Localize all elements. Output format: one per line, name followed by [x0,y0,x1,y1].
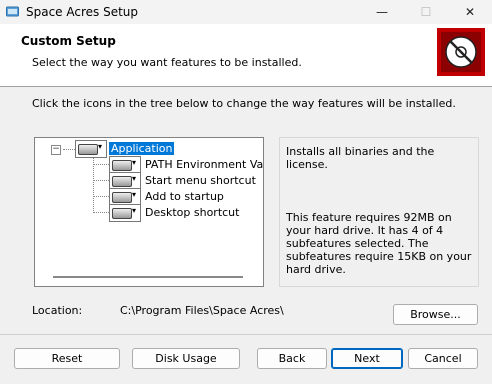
tree-item-label: Desktop shortcut [145,206,240,219]
installer-icon [6,6,19,17]
cancel-button[interactable]: Cancel [408,348,478,369]
disc-logo-icon [437,28,485,76]
instruction-text: Click the icons in the tree below to cha… [32,97,456,110]
page-title: Custom Setup [21,34,116,48]
setup-window: Space Acres Setup — ☐ ✕ Custom Setup Sel… [0,0,492,384]
location-path: C:\Program Files\Space Acres\ [120,304,284,317]
maximize-button[interactable]: ☐ [404,0,448,24]
chevron-down-icon: ▾ [132,206,137,215]
feature-requirements: This feature requires 92MB on your hard … [286,211,472,276]
tree-connector [93,180,109,181]
collapse-toggle[interactable]: − [51,145,61,155]
reset-button[interactable]: Reset [14,348,120,369]
tree-item-desktop[interactable]: Desktop shortcut [145,205,239,221]
horizontal-scrollbar[interactable] [53,276,243,278]
tree-item-label: PATH Environment Variable [145,158,264,171]
tree-item-path-env[interactable]: PATH Environment Variable [145,157,264,173]
feature-summary: Installs all binaries and the license. [286,145,435,171]
hard-drive-icon [112,176,132,187]
tree-item-label: Add to startup [145,190,224,203]
header-divider [0,86,492,87]
close-button[interactable]: ✕ [448,0,492,24]
tree-item-startup[interactable]: Add to startup [145,189,224,205]
title-bar[interactable]: Space Acres Setup — ☐ ✕ [0,0,492,24]
hard-drive-icon [112,160,132,171]
install-state-dropdown[interactable]: ▾ [75,140,107,158]
minimize-button[interactable]: — [360,0,404,24]
next-button[interactable]: Next [331,348,403,369]
window-title: Space Acres Setup [26,5,139,19]
tree-connector [93,196,109,197]
chevron-down-icon: ▾ [132,158,137,167]
tree-item-label: Start menu shortcut [145,174,256,187]
back-button[interactable]: Back [257,348,327,369]
chevron-down-icon: ▾ [98,142,103,151]
tree-item-start-menu[interactable]: Start menu shortcut [145,173,256,189]
header-banner: Custom Setup Select the way you want fea… [0,24,492,86]
feature-tree[interactable]: − ▾ Application ▾ PATH Environment Varia… [34,137,264,287]
hard-drive-icon [112,192,132,203]
browse-button[interactable]: Browse... [393,304,478,325]
tree-item-label: Application [109,142,175,155]
chevron-down-icon: ▾ [132,190,137,199]
feature-description-panel: Installs all binaries and the license. T… [279,137,479,287]
page-subtitle: Select the way you want features to be i… [32,56,302,69]
hard-drive-icon [78,144,98,155]
tree-item-application[interactable]: Application [109,141,175,157]
hard-drive-icon [112,208,132,219]
footer-divider [0,334,492,335]
location-label: Location: [32,304,83,317]
install-state-dropdown[interactable]: ▾ [109,204,141,222]
tree-connector [93,212,109,213]
chevron-down-icon: ▾ [132,174,137,183]
tree-connector [63,149,75,150]
tree-connector [93,164,109,165]
disk-usage-button[interactable]: Disk Usage [132,348,240,369]
